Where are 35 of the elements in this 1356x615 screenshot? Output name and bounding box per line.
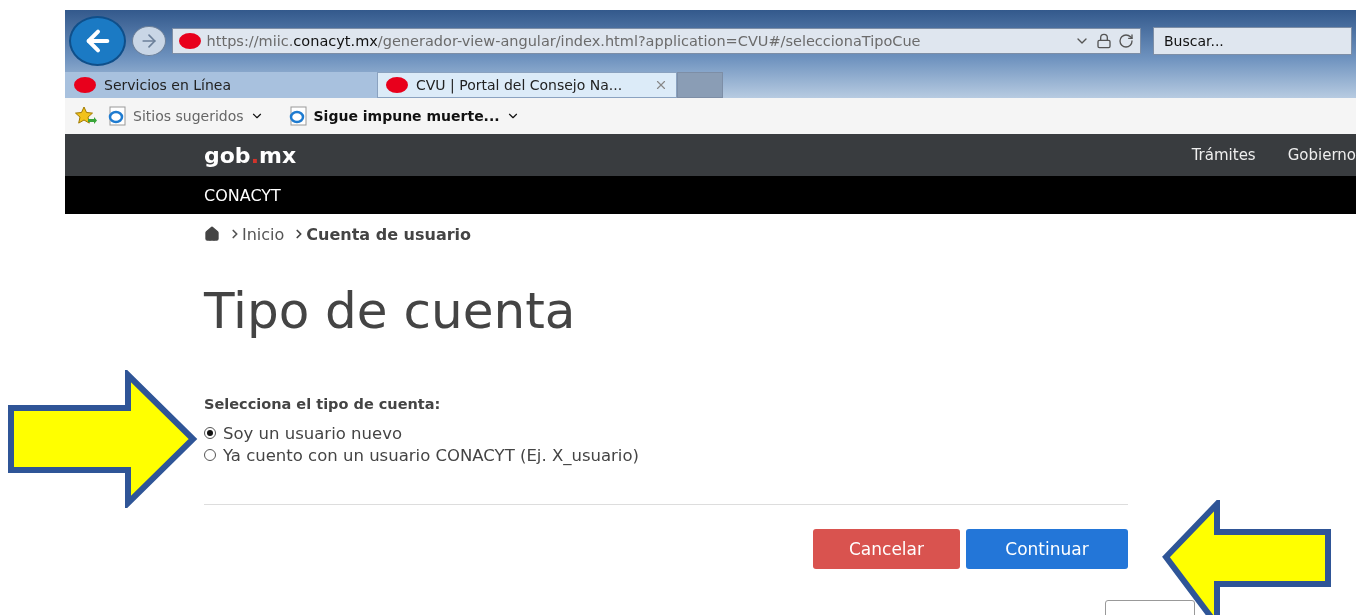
favorites-link[interactable]: Sigue impune muerte... — [287, 106, 520, 126]
nav-link[interactable]: Trámites — [1191, 146, 1256, 164]
home-icon[interactable] — [204, 226, 220, 242]
tab-title: CVU | Portal del Consejo Na... — [416, 77, 624, 93]
browser-page-icon — [287, 106, 308, 126]
url-text: https://miic.conacyt.mx/generador-view-angular/index.html?application=CVU#/seleccionaTipoCue — [206, 33, 922, 49]
browser-tab[interactable]: CVU | Portal del Consejo Na... — [377, 72, 677, 98]
site-subtitle: CONACYT — [204, 185, 281, 205]
option-label[interactable]: Soy un usuario nuevo — [223, 423, 402, 443]
nav-link[interactable]: Gobierno — [1287, 146, 1356, 164]
site-icon — [178, 33, 201, 49]
breadcrumb-link[interactable]: Cuenta de usuario — [292, 224, 472, 244]
search-field[interactable]: Buscar... — [1152, 27, 1352, 55]
breadcrumb-link[interactable]: Inicio — [228, 224, 285, 244]
favorites-link[interactable]: Sitios sugeridos — [107, 106, 264, 126]
refresh-icon[interactable] — [1117, 33, 1134, 49]
radio-button[interactable] — [204, 449, 216, 461]
forward-button[interactable] — [132, 26, 166, 56]
back-button[interactable] — [69, 16, 127, 66]
radio-button[interactable] — [204, 427, 216, 439]
form-label: Selecciona el tipo de cuenta: — [204, 396, 442, 412]
address-bar[interactable]: https://miic.conacyt.mx/generador-view-angular/index.html?application=CVU#/seleccionaTipoCue — [171, 28, 1141, 54]
tab-title: Servicios en Línea — [104, 77, 233, 93]
site-icon — [386, 77, 408, 93]
option-label[interactable]: Ya cuento con un usuario CONACYT (Ej. X_usuario) — [223, 445, 639, 465]
close-icon[interactable] — [654, 78, 668, 92]
page-title: Tipo de cuenta — [204, 282, 577, 340]
site-icon — [74, 77, 96, 93]
lock-icon — [1095, 33, 1112, 49]
logo[interactable]: gob.mx — [204, 142, 1160, 168]
browser-tab[interactable]: Servicios en Línea — [65, 72, 377, 98]
browser-page-icon — [107, 106, 127, 126]
form-button[interactable]: Continuar — [966, 529, 1128, 569]
star-icon[interactable] — [75, 106, 97, 126]
form-button[interactable]: Cancelar — [813, 529, 960, 569]
